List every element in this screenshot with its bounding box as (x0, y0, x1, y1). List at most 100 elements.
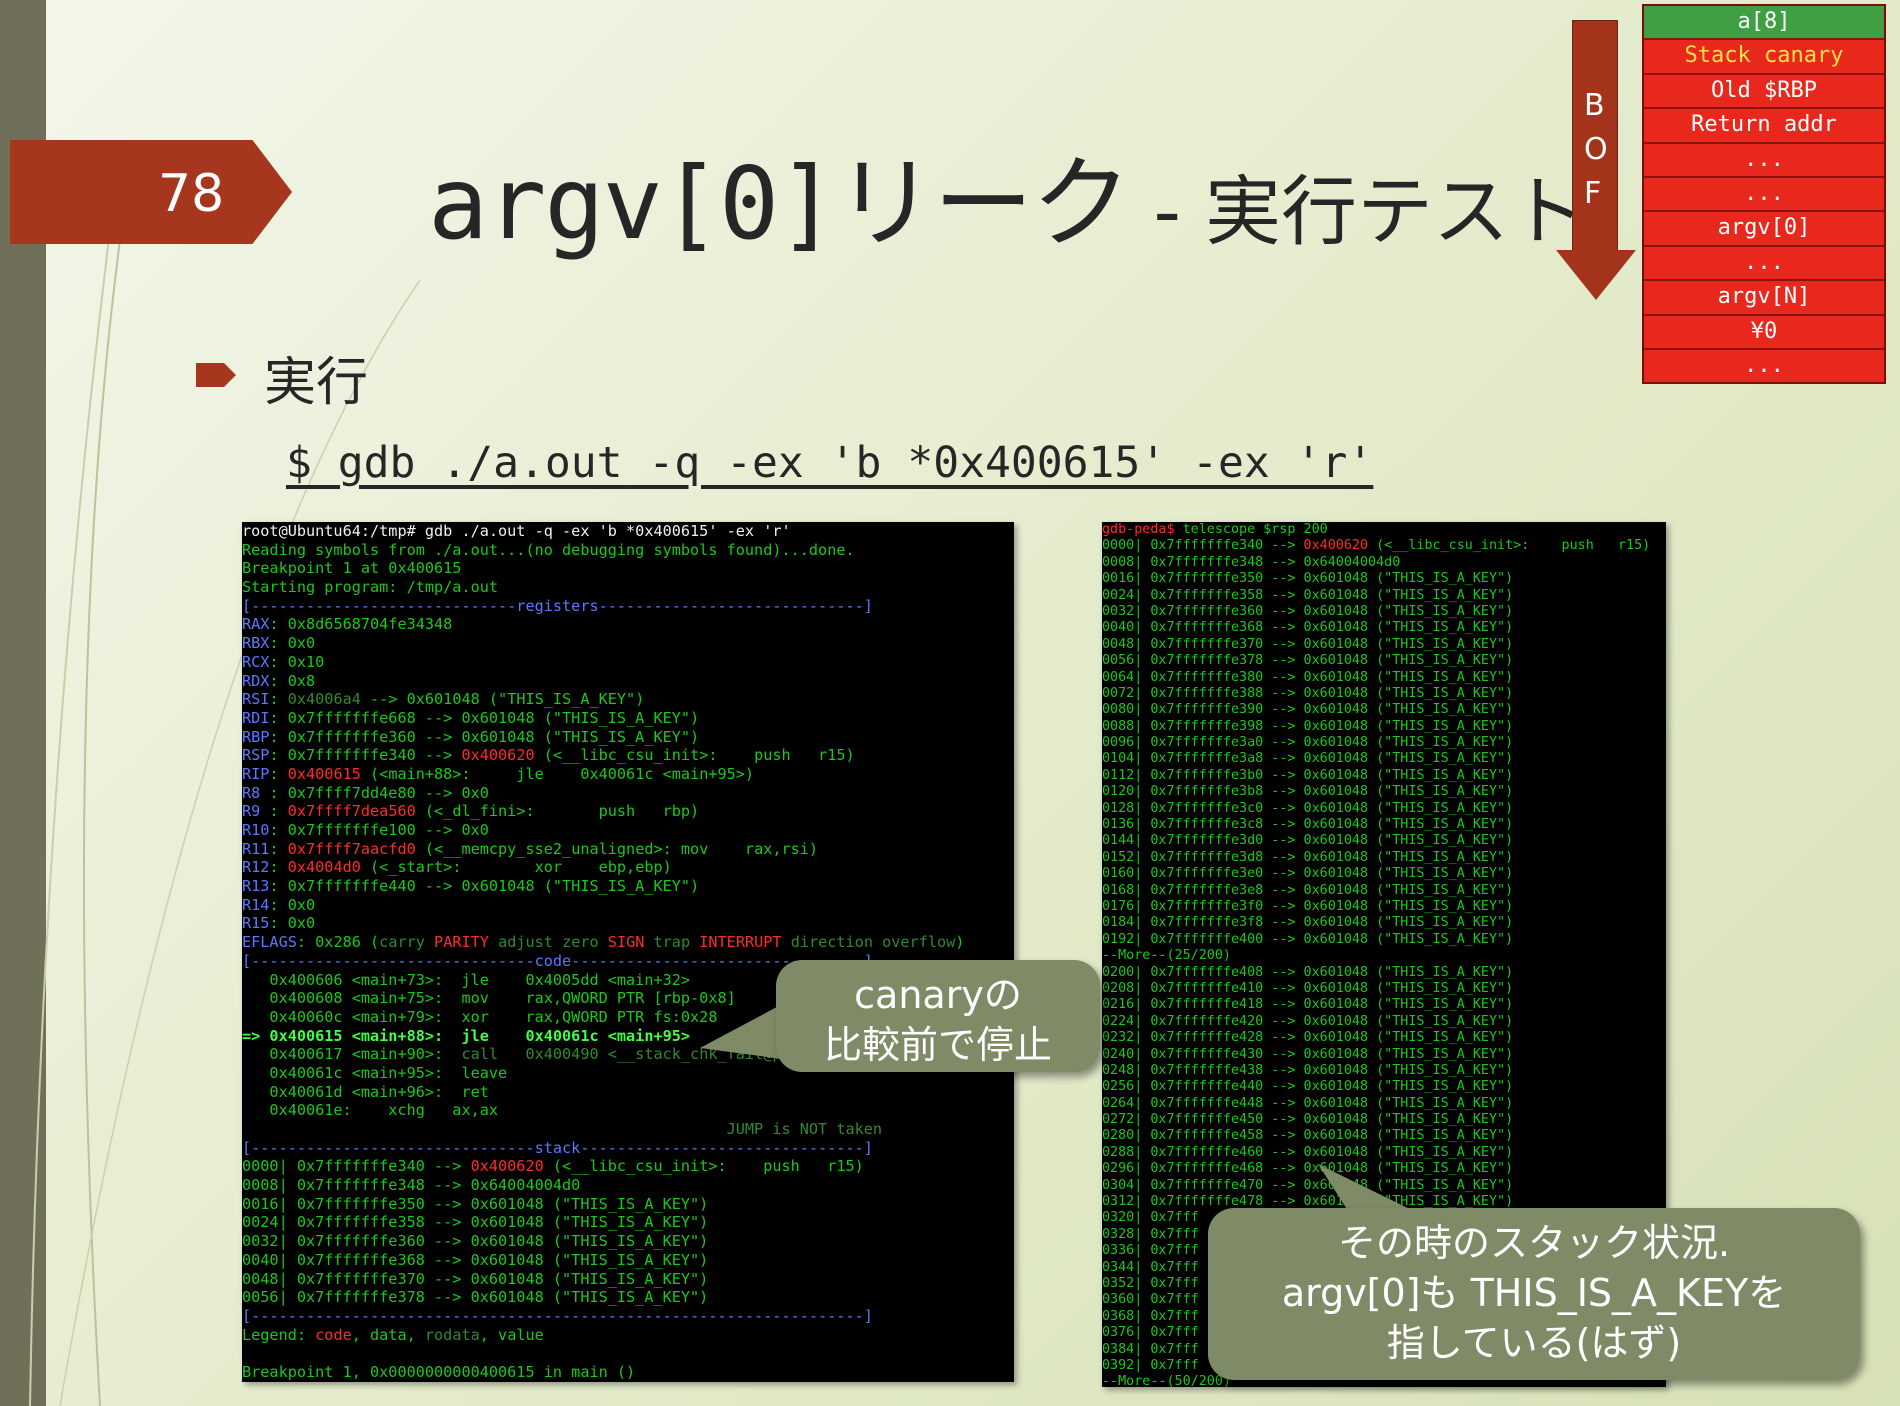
terminal-right-text: 0232| 0x7fffffffe428 --> 0x601048 ("THIS… (1102, 1030, 1514, 1046)
terminal-right-line: 0016| 0x7fffffffe350 --> 0x601048 ("THIS… (1102, 571, 1666, 587)
terminal-left-text: 0x4006a4 (287, 690, 361, 709)
terminal-left-line: EFLAGS: 0x286 (carry PARITY adjust zero … (242, 933, 1014, 952)
terminal-left-text: : 0x0 (269, 914, 316, 933)
bof-arrow: B O F (1556, 20, 1644, 302)
terminal-right-text: 0072| 0x7fffffffe388 --> 0x601048 ("THIS… (1102, 685, 1514, 701)
stack-cell: ... (1744, 352, 1784, 378)
terminal-right-text: gdb-peda$ (1102, 522, 1183, 537)
terminal-left-line: RSI: 0x4006a4 --> 0x601048 ("THIS_IS_A_K… (242, 690, 1014, 709)
terminal-left-line: 0008| 0x7fffffffe348 --> 0x64004004d0 (242, 1176, 1014, 1195)
terminal-left-line: RDX: 0x8 (242, 672, 1014, 691)
terminal-left-line: [-----------------------------registers-… (242, 597, 1014, 616)
terminal-left-line: R14: 0x0 (242, 896, 1014, 915)
terminal-right-text: 0024| 0x7fffffffe358 --> 0x601048 ("THIS… (1102, 587, 1514, 603)
terminal-left-line: 0056| 0x7fffffffe378 --> 0x601048 ("THIS… (242, 1288, 1014, 1307)
terminal-left-text: : 0x7fffffffe360 --> 0x601048 ("THIS_IS_… (269, 727, 700, 746)
bof-arrow-head (1556, 250, 1636, 300)
terminal-left-text: : (269, 802, 288, 821)
terminal-right-line: 0008| 0x7fffffffe348 --> 0x64004004d0 (1102, 555, 1666, 571)
terminal-left-text: : (269, 764, 288, 783)
terminal-left-text: 0x40061d <main+96>: ret (242, 1082, 489, 1101)
terminal-right-line: --More--(25/200) (1102, 948, 1666, 964)
terminal-left-text: R9 (242, 802, 270, 821)
terminal-left-text: EFLAGS (242, 933, 297, 952)
terminal-left-text: carry (379, 933, 435, 952)
terminal-right-text: 0392| 0x7fff (1102, 1357, 1199, 1373)
terminal-left-text: Legend: (242, 1325, 316, 1344)
stack-cell: ... (1644, 247, 1884, 282)
stack-cell: Old $RBP (1644, 75, 1884, 110)
slide-number-tab: 78 (10, 140, 292, 244)
stack-cell: Stack canary (1644, 40, 1884, 75)
terminal-left-line: 0040| 0x7fffffffe368 --> 0x601048 ("THIS… (242, 1251, 1014, 1270)
terminal-left-text: 0x400606 <main+73>: jle 0x4005dd <main+3… (242, 970, 691, 989)
terminal-left-line: 0032| 0x7fffffffe360 --> 0x601048 ("THIS… (242, 1232, 1014, 1251)
terminal-right-text: 0128| 0x7fffffffe3c0 --> 0x601048 ("THIS… (1102, 800, 1514, 816)
terminal-right-line: 0112| 0x7fffffffe3b0 --> 0x601048 ("THIS… (1102, 768, 1666, 784)
terminal-left-text: 0x40060c <main+79>: xor rax,QWORD PTR fs… (242, 1007, 718, 1026)
terminal-left-line: 0x40061d <main+96>: ret (242, 1083, 1014, 1102)
terminal-right-text: 0360| 0x7fff (1102, 1292, 1199, 1308)
terminal-left-line: Breakpoint 1, 0x0000000000400615 in main… (242, 1363, 1014, 1382)
terminal-right-line: 0040| 0x7fffffffe368 --> 0x601048 ("THIS… (1102, 620, 1666, 636)
terminal-left-text: R12 (242, 858, 270, 877)
terminal-left-text: : 0x0 (269, 895, 316, 914)
terminal-left-text: 0x400615 (287, 764, 361, 783)
stack-cell: ... (1644, 178, 1884, 213)
terminal-right-line: 0088| 0x7fffffffe398 --> 0x601048 ("THIS… (1102, 719, 1666, 735)
terminal-left-line: RSP: 0x7fffffffe340 --> 0x400620 (<__lib… (242, 746, 1014, 765)
terminal-left-line: 0000| 0x7fffffffe340 --> 0x400620 (<__li… (242, 1157, 1014, 1176)
bof-letter-b: B (1584, 88, 1605, 123)
terminal-right-text: 0040| 0x7fffffffe368 --> 0x601048 ("THIS… (1102, 620, 1514, 636)
terminal-left-line: R9 : 0x7ffff7dea560 (<_dl_fini>: push rb… (242, 802, 1014, 821)
terminal-left-text: RBP (242, 727, 270, 746)
slide-number: 78 (158, 164, 225, 224)
terminal-left-line: R12: 0x4004d0 (<_start>: xor ebp,ebp) (242, 858, 1014, 877)
terminal-right-line: 0000| 0x7fffffffe340 --> 0x400620 (<__li… (1102, 538, 1666, 554)
terminal-right-text: 0096| 0x7fffffffe3a0 --> 0x601048 ("THIS… (1102, 735, 1514, 751)
terminal-left-text: 0x400608 <main+75>: mov rax,QWORD PTR [r… (242, 989, 736, 1008)
terminal-left-line: RDI: 0x7fffffffe668 --> 0x601048 ("THIS_… (242, 709, 1014, 728)
terminal-right-text: 0288| 0x7fffffffe460 --> 0x601048 ("THIS… (1102, 1144, 1514, 1160)
terminal-left-text: adjust zero (488, 933, 608, 952)
terminal-right-line: 0152| 0x7fffffffe3d8 --> 0x601048 ("THIS… (1102, 850, 1666, 866)
bullet-text: 実行 (264, 353, 369, 413)
terminal-left-text: trap (644, 933, 700, 952)
terminal-right-line: 0160| 0x7fffffffe3e0 --> 0x601048 ("THIS… (1102, 866, 1666, 882)
terminal-left-line (242, 1344, 1014, 1363)
stack-cell: a[8] (1644, 6, 1884, 41)
terminal-left-text: 0x400617 <main+90>: (242, 1045, 462, 1064)
terminal-left-text: 0x4004d0 (287, 858, 361, 877)
terminal-right-text: 0240| 0x7fffffffe430 --> 0x601048 ("THIS… (1102, 1046, 1514, 1062)
terminal-right-text: 0368| 0x7fff (1102, 1308, 1199, 1324)
terminal-left-text: : 0x0 (269, 634, 316, 653)
terminal-right-text: 0048| 0x7fffffffe370 --> 0x601048 ("THIS… (1102, 636, 1514, 652)
terminal-right-text: 0120| 0x7fffffffe3b8 --> 0x601048 ("THIS… (1102, 784, 1514, 800)
terminal-right-text: 0384| 0x7fff (1102, 1341, 1199, 1357)
terminal-left-text: 0056| 0x7fffffffe378 --> 0x601048 ("THIS… (242, 1288, 709, 1307)
stack-cell: argv[N] (1644, 281, 1884, 316)
terminal-right-line: 0232| 0x7fffffffe428 --> 0x601048 ("THIS… (1102, 1030, 1666, 1046)
terminal-right-line: 0216| 0x7fffffffe418 --> 0x601048 ("THIS… (1102, 997, 1666, 1013)
terminal-right-text: 0248| 0x7fffffffe438 --> 0x601048 ("THIS… (1102, 1062, 1514, 1078)
terminal-left-text: : 0x286 ( (296, 933, 380, 952)
terminal-left-text: 0x7ffff7dea560 (287, 802, 416, 821)
terminal-right-text: 0336| 0x7fff (1102, 1243, 1199, 1259)
terminal-left-line: Breakpoint 1 at 0x400615 (242, 559, 1014, 578)
terminal-right-text: 0272| 0x7fffffffe450 --> 0x601048 ("THIS… (1102, 1112, 1514, 1128)
terminal-left-text: : (269, 839, 288, 858)
terminal-right-text: 0104| 0x7fffffffe3a8 --> 0x601048 ("THIS… (1102, 751, 1514, 767)
title-main: argv[0]リーク (428, 145, 1131, 262)
terminal-right-line: 0256| 0x7fffffffe440 --> 0x601048 ("THIS… (1102, 1079, 1666, 1095)
terminal-left-text: : 0x8 (269, 671, 316, 690)
terminal-left-text: RDI (242, 708, 270, 727)
terminal-left-line: RIP: 0x400615 (<main+88>: jle 0x40061c <… (242, 765, 1014, 784)
terminal-right-line: 0064| 0x7fffffffe380 --> 0x601048 ("THIS… (1102, 670, 1666, 686)
callout-stack-line-3: 指している(はず) (1386, 1321, 1682, 1365)
bof-letter-f: F (1584, 176, 1602, 211)
terminal-left-line: R15: 0x0 (242, 914, 1014, 933)
terminal-left-text: ) (955, 933, 965, 952)
callout-stack-line-1: その時のスタック状況. (1337, 1221, 1731, 1265)
terminal-right-line: 0056| 0x7fffffffe378 --> 0x601048 ("THIS… (1102, 653, 1666, 669)
terminal-right-text: 0008| 0x7fffffffe348 --> 0x64004004d0 (1102, 554, 1401, 570)
